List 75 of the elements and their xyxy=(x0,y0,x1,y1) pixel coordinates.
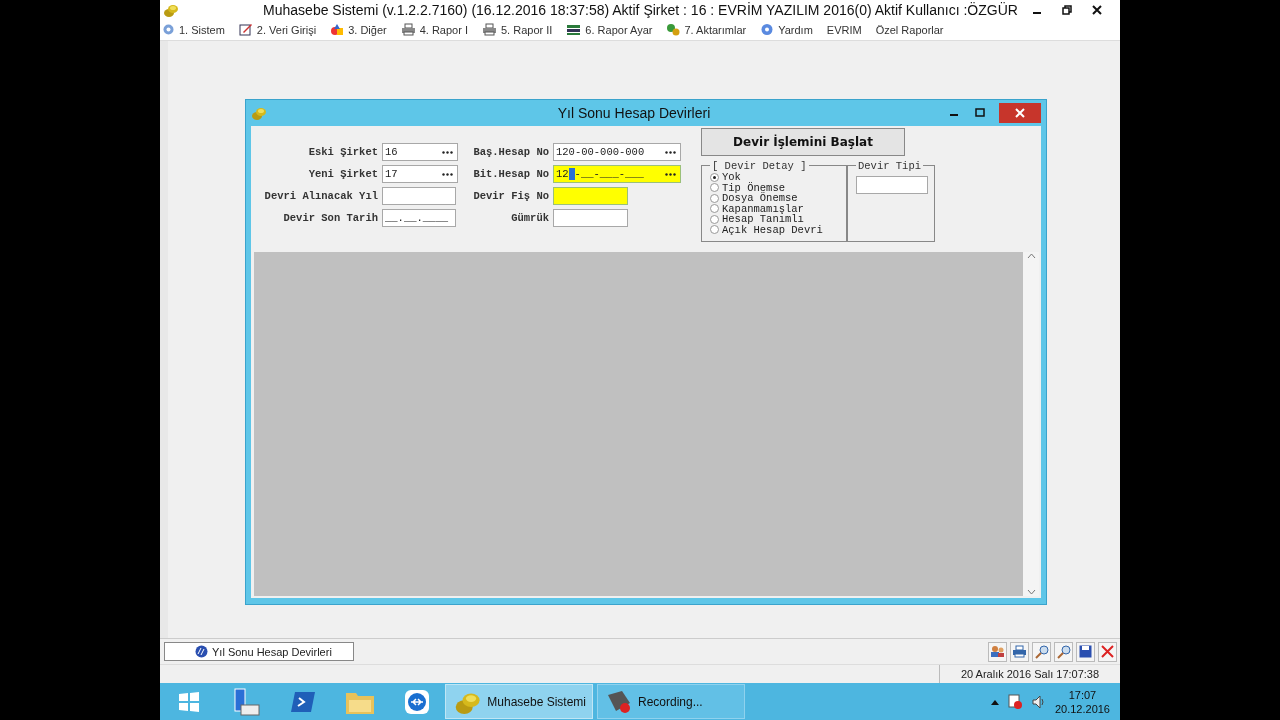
input-field[interactable] xyxy=(553,186,628,205)
field-label: Devir Son Tarih xyxy=(282,211,379,224)
menu-item[interactable]: EVRIM xyxy=(826,23,862,36)
menu-item[interactable]: Yardım xyxy=(760,23,813,37)
ellipsis-icon[interactable] xyxy=(442,150,453,154)
radio-option[interactable]: Açık Hesap Devri xyxy=(710,224,842,235)
menu-item[interactable]: 7. Aktarımlar xyxy=(666,23,747,37)
record-icon xyxy=(606,688,632,715)
maximize-icon xyxy=(975,107,985,118)
windows-icon xyxy=(176,689,201,714)
taskbar-task[interactable]: Muhasebe Sistemi xyxy=(445,684,593,719)
group-title: Devir Tipi xyxy=(857,159,922,172)
input-field[interactable] xyxy=(553,208,628,227)
input-field[interactable] xyxy=(856,175,928,194)
field-label: Devri Alınacak Yıl xyxy=(263,189,379,202)
field-label: Devir Fiş No xyxy=(472,189,550,202)
printer-icon xyxy=(400,23,416,37)
menu-item[interactable]: 2. Veri Girişi xyxy=(238,23,317,37)
start-button[interactable]: Devir İşlemini Başlat xyxy=(701,127,905,156)
input-field[interactable]: 12 -__-___-___ xyxy=(553,164,681,183)
input-field[interactable]: 17 xyxy=(382,164,458,183)
radio-button[interactable] xyxy=(710,183,719,193)
field-label: Eski Şirket xyxy=(307,145,379,158)
users-button[interactable] xyxy=(988,641,1007,662)
input-field[interactable] xyxy=(382,186,456,205)
print-button[interactable] xyxy=(1010,641,1029,662)
radio-button[interactable] xyxy=(710,204,719,214)
document-tab[interactable]: Yıl Sonu Hesap Devirleri xyxy=(164,642,354,662)
field-label: Bit.Hesap No xyxy=(472,167,550,180)
close-icon xyxy=(1015,107,1025,118)
input-field[interactable]: 120-00-000-000 xyxy=(553,142,681,161)
radio-option[interactable]: Kapanmamışlar xyxy=(710,203,842,214)
menu-item[interactable]: 4. Rapor I xyxy=(400,23,468,37)
menu-item[interactable]: 1. Sistem xyxy=(162,23,225,37)
window-title: Muhasebe Sistemi (v.1.2.2.7160) (16.12.2016 18:37:58) Aktif Şirket : 16 : EVRİM YAZILIM 2016(0) Aktif Kullanıcı :ÖZGÜR xyxy=(262,1,1019,18)
taskbar-task[interactable]: Recording... xyxy=(597,684,745,719)
radio-option[interactable]: Yok xyxy=(710,171,842,183)
radio-option[interactable]: Dosya Önemse xyxy=(710,192,842,204)
ellipsis-icon[interactable] xyxy=(442,172,453,176)
menu-item[interactable]: 5. Rapor II xyxy=(482,23,553,37)
ellipsis-icon[interactable] xyxy=(665,172,676,176)
restore-icon xyxy=(1062,4,1072,15)
zoom-in-button[interactable] xyxy=(1032,641,1051,662)
caret-icon[interactable] xyxy=(990,698,999,705)
save-button[interactable] xyxy=(1076,641,1095,662)
field-label: Gümrük xyxy=(510,211,550,224)
scrollbar[interactable] xyxy=(1023,251,1039,596)
dialog-title: Yıl Sonu Hesap Devirleri xyxy=(556,104,712,121)
radio-option[interactable]: Hesap Tanımlı xyxy=(710,213,842,225)
menu-item[interactable]: Özel Raporlar xyxy=(875,23,944,36)
minimize-icon xyxy=(1033,11,1041,14)
text-cursor xyxy=(568,167,575,180)
globe-icon xyxy=(195,645,208,659)
input-field[interactable]: 16 xyxy=(382,142,458,161)
field-label: Baş.Hesap No xyxy=(472,145,550,158)
radio-button[interactable] xyxy=(710,172,719,182)
close-icon xyxy=(1092,4,1102,15)
zoom-out-button[interactable] xyxy=(1054,641,1073,662)
printer-icon xyxy=(482,23,497,37)
field-label: Yeni Şirket xyxy=(307,167,379,180)
books-icon xyxy=(566,23,582,37)
pencil-icon xyxy=(238,23,253,37)
radio-button[interactable] xyxy=(710,214,719,224)
clock[interactable]: 17:07 20.12.2016 xyxy=(1054,687,1110,716)
speaker-icon[interactable] xyxy=(1030,693,1047,710)
radio-option[interactable]: Tip Önemse xyxy=(710,182,842,193)
ellipsis-icon[interactable] xyxy=(665,150,676,154)
group-title: [ Devir Detay ] xyxy=(711,159,808,172)
menu-item[interactable]: 6. Rapor Ayar xyxy=(566,23,653,37)
menu-item[interactable]: 3. Diğer xyxy=(330,23,387,37)
radio-button[interactable] xyxy=(710,225,719,235)
input-field[interactable]: __.__.____ xyxy=(382,208,456,227)
shapes-icon xyxy=(330,23,345,37)
radio-button[interactable] xyxy=(710,193,719,203)
minimize-icon xyxy=(950,114,958,117)
